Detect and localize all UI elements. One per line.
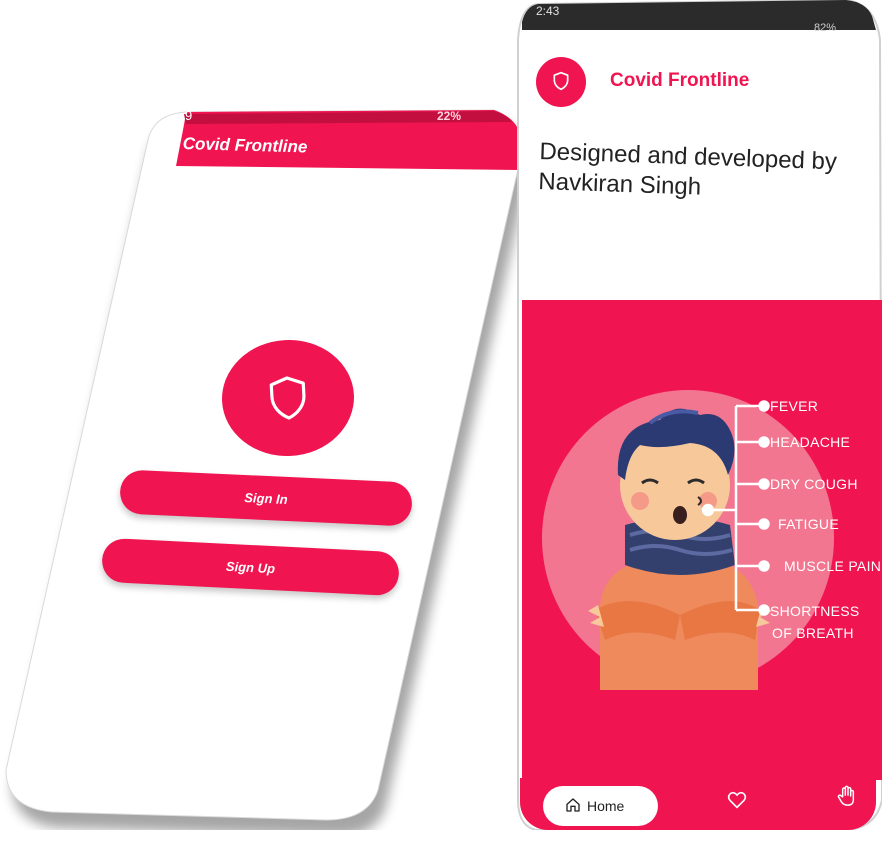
left-phone-frame xyxy=(5,109,530,830)
left-phone xyxy=(0,108,530,830)
home-icon xyxy=(565,797,581,816)
showcase-stage: 9 22% Covid Frontline Sign In Sign Up 2:… xyxy=(0,0,882,841)
symptom-connectors xyxy=(701,400,770,616)
hand-icon xyxy=(837,785,855,806)
left-app-title: Covid Frontline xyxy=(182,134,308,157)
symptom-label: FATIGUE xyxy=(778,516,839,532)
nav-home-button[interactable]: Home xyxy=(543,786,658,826)
right-app-name: Covid Frontline xyxy=(610,70,750,91)
right-status-time: 2:43 xyxy=(536,4,560,18)
right-status-battery: 82% xyxy=(814,22,837,34)
credit-text: Designed and developed by Navkiran Singh xyxy=(537,137,838,201)
symptom-label: HEADACHE xyxy=(770,434,851,450)
symptom-label: OF BREATH xyxy=(772,625,854,641)
nav-favorites-button[interactable] xyxy=(727,791,747,814)
symptom-label: MUSCLE PAIN xyxy=(784,558,882,574)
symptom-label: DRY COUGH xyxy=(770,476,858,492)
symptom-label: FEVER xyxy=(770,398,819,414)
right-header-logo xyxy=(536,57,586,107)
heart-icon xyxy=(727,791,747,809)
nav-home-label: Home xyxy=(587,798,625,814)
shield-icon xyxy=(553,71,569,91)
left-status-time: 9 xyxy=(185,108,193,123)
shield-icon xyxy=(269,376,306,420)
nav-help-button[interactable] xyxy=(836,785,856,812)
left-status-battery: 22% xyxy=(437,109,462,123)
symptom-label: SHORTNESS xyxy=(770,603,860,619)
